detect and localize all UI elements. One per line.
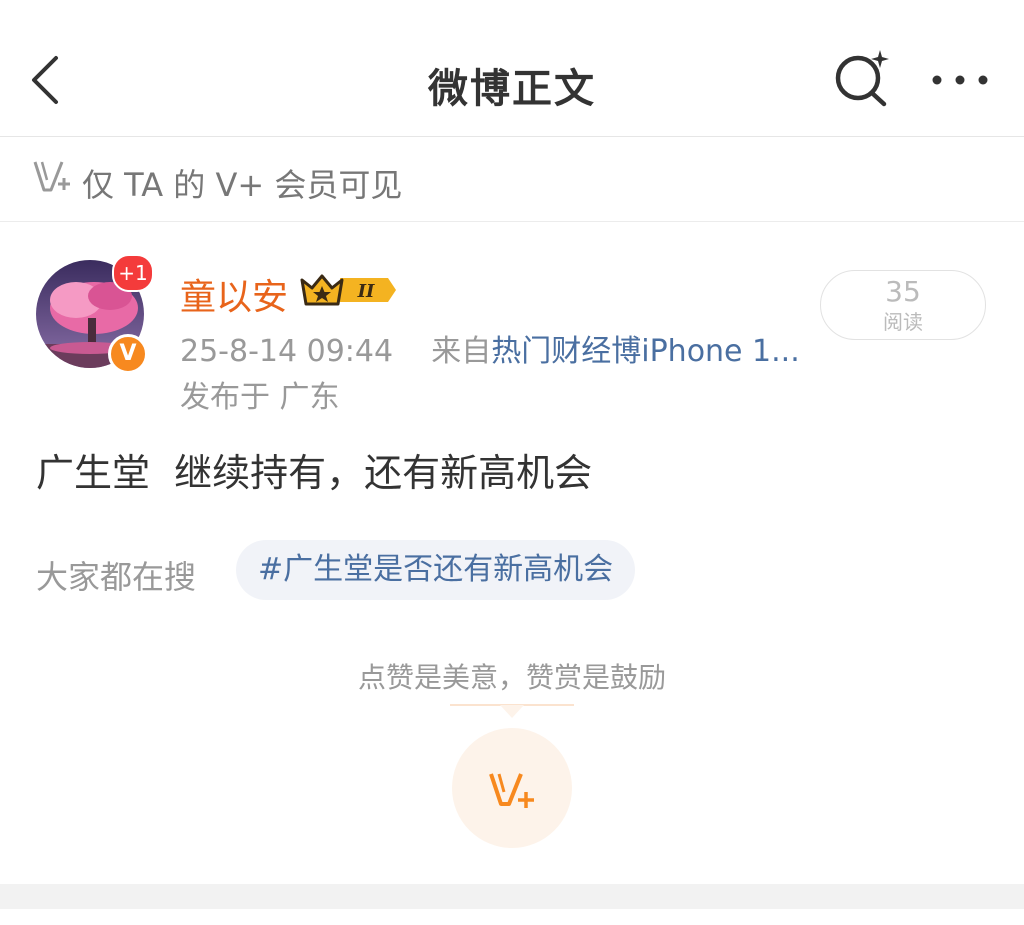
top-navigation-bar: 微博正文 (0, 0, 1024, 137)
vplus-reward-button[interactable] (452, 728, 572, 848)
search-icon (835, 50, 889, 107)
crown-rank-badge: II (300, 274, 396, 306)
post-content: 广生堂 继续持有，还有新高机会 (36, 451, 593, 495)
search-button[interactable] (830, 48, 896, 112)
tip-arrow (450, 704, 574, 718)
verified-badge: V (108, 334, 148, 374)
rank-badge-text: II (357, 281, 375, 302)
visibility-text: 仅 TA 的 V+ 会员可见 (82, 166, 403, 204)
read-count-pill: 35 阅读 (820, 270, 986, 340)
section-divider (0, 884, 1024, 909)
post-meta: 25-8-14 09:44 来自热门财经博iPhone 1... (180, 326, 800, 370)
trending-search-label: 大家都在搜 (36, 558, 197, 596)
author-name[interactable]: 童以安 (180, 268, 288, 320)
avatar-notification-badge: +1 (112, 254, 154, 292)
post-time: 25-8-14 09:44 (180, 334, 394, 369)
post-source-link[interactable]: 热门财经博iPhone 1... (491, 334, 800, 369)
trending-topic-chip[interactable]: #广生堂是否还有新高机会 (236, 540, 636, 600)
more-options-button[interactable] (928, 60, 992, 100)
post-location: 发布于 广东 (180, 380, 340, 415)
more-dots-icon (932, 75, 988, 85)
reward-tip-text: 点赞是美意，赞赏是鼓励 (357, 661, 666, 694)
read-count: 35 (885, 275, 921, 308)
source-prefix: 来自 (431, 334, 492, 369)
vplus-icon (33, 161, 70, 192)
vplus-icon (489, 773, 534, 808)
read-label: 阅读 (883, 310, 923, 334)
